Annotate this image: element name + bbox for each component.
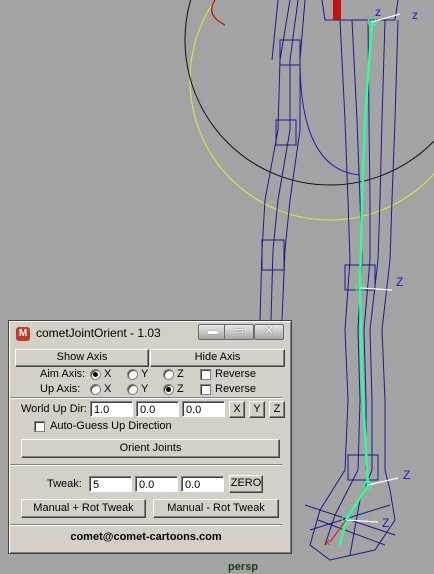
tweak-label: Tweak: [47,478,82,490]
up-axis-x-label: X [104,383,112,395]
up-axis-y-label: Y [141,383,149,395]
auto-guess-label: Auto-Guess Up Direction [50,420,172,432]
separator [10,524,282,526]
world-up-z-button[interactable]: Z [269,401,285,418]
aim-axis-label: Aim Axis: [40,368,86,380]
right-limb-mesh [304,0,399,561]
world-up-y-field[interactable]: 0.0 [136,401,179,417]
world-up-x-field[interactable]: 1.0 [90,401,133,417]
manual-plus-rot-tweak-button[interactable]: Manual + Rot Tweak [21,499,146,518]
title-bar[interactable]: M cometJointOrient - 1.03 ▬ ▭ ✕ [10,322,290,344]
auto-guess-checkbox[interactable] [34,421,45,432]
separator [10,464,282,466]
aim-axis-z-label: Z [177,368,184,380]
tweak-y-field[interactable]: 0.0 [135,476,178,492]
up-axis-y-radio[interactable] [127,384,138,395]
maya-app-icon: M [16,327,30,341]
up-reverse-label: Reverse [215,383,256,395]
camera-label: persp [228,561,258,573]
world-up-y-button[interactable]: Y [249,401,265,418]
aim-axis-y-label: Y [141,368,149,380]
aim-axis-x-label: X [104,368,112,380]
window-title: cometJointOrient - 1.03 [36,326,161,340]
up-axis-z-label: Z [177,383,184,395]
aim-reverse-label: Reverse [215,368,256,380]
world-up-dir-label: World Up Dir: [21,403,87,415]
aim-axis-y-radio[interactable] [127,369,138,380]
axis-z-label-4: Z [403,468,411,482]
up-reverse-checkbox[interactable] [200,384,211,395]
world-up-z-field[interactable]: 0.0 [182,401,225,417]
contact-email[interactable]: comet@comet-cartoons.com [10,531,282,543]
red-curve [211,0,226,26]
orient-joints-button[interactable]: Orient Joints [21,439,280,458]
axis-x-label: x [325,537,330,548]
axis-z-label-5: Z [382,516,390,530]
up-axis-label: Up Axis: [40,383,81,395]
aim-reverse-checkbox[interactable] [200,369,211,380]
up-axis-z-radio[interactable] [163,384,174,395]
axis-z-label-1: z [412,8,418,22]
tweak-z-field[interactable]: 0.0 [181,476,224,492]
show-axis-button[interactable]: Show Axis [15,349,149,367]
maximize-button[interactable]: ▭ [224,324,254,340]
red-joint-marker [333,0,341,20]
manual-minus-rot-tweak-button[interactable]: Manual - Rot Tweak [153,499,279,518]
blue-curve [299,59,361,176]
axis-z-label-3: Z [396,275,404,289]
axis-z-label-2: z [375,5,381,19]
tweak-x-field[interactable]: 5 [89,476,132,492]
hide-axis-button[interactable]: Hide Axis [150,349,285,367]
up-axis-x-radio[interactable] [90,384,101,395]
separator [10,397,282,399]
close-button[interactable]: ✕ [254,324,284,340]
zero-button[interactable]: ZERO [229,475,263,493]
aim-axis-z-radio[interactable] [163,369,174,380]
black-rotate-ring [184,0,434,186]
joint-axes [345,13,401,523]
world-up-x-button[interactable]: X [229,401,245,418]
aim-axis-x-radio[interactable] [90,369,101,380]
